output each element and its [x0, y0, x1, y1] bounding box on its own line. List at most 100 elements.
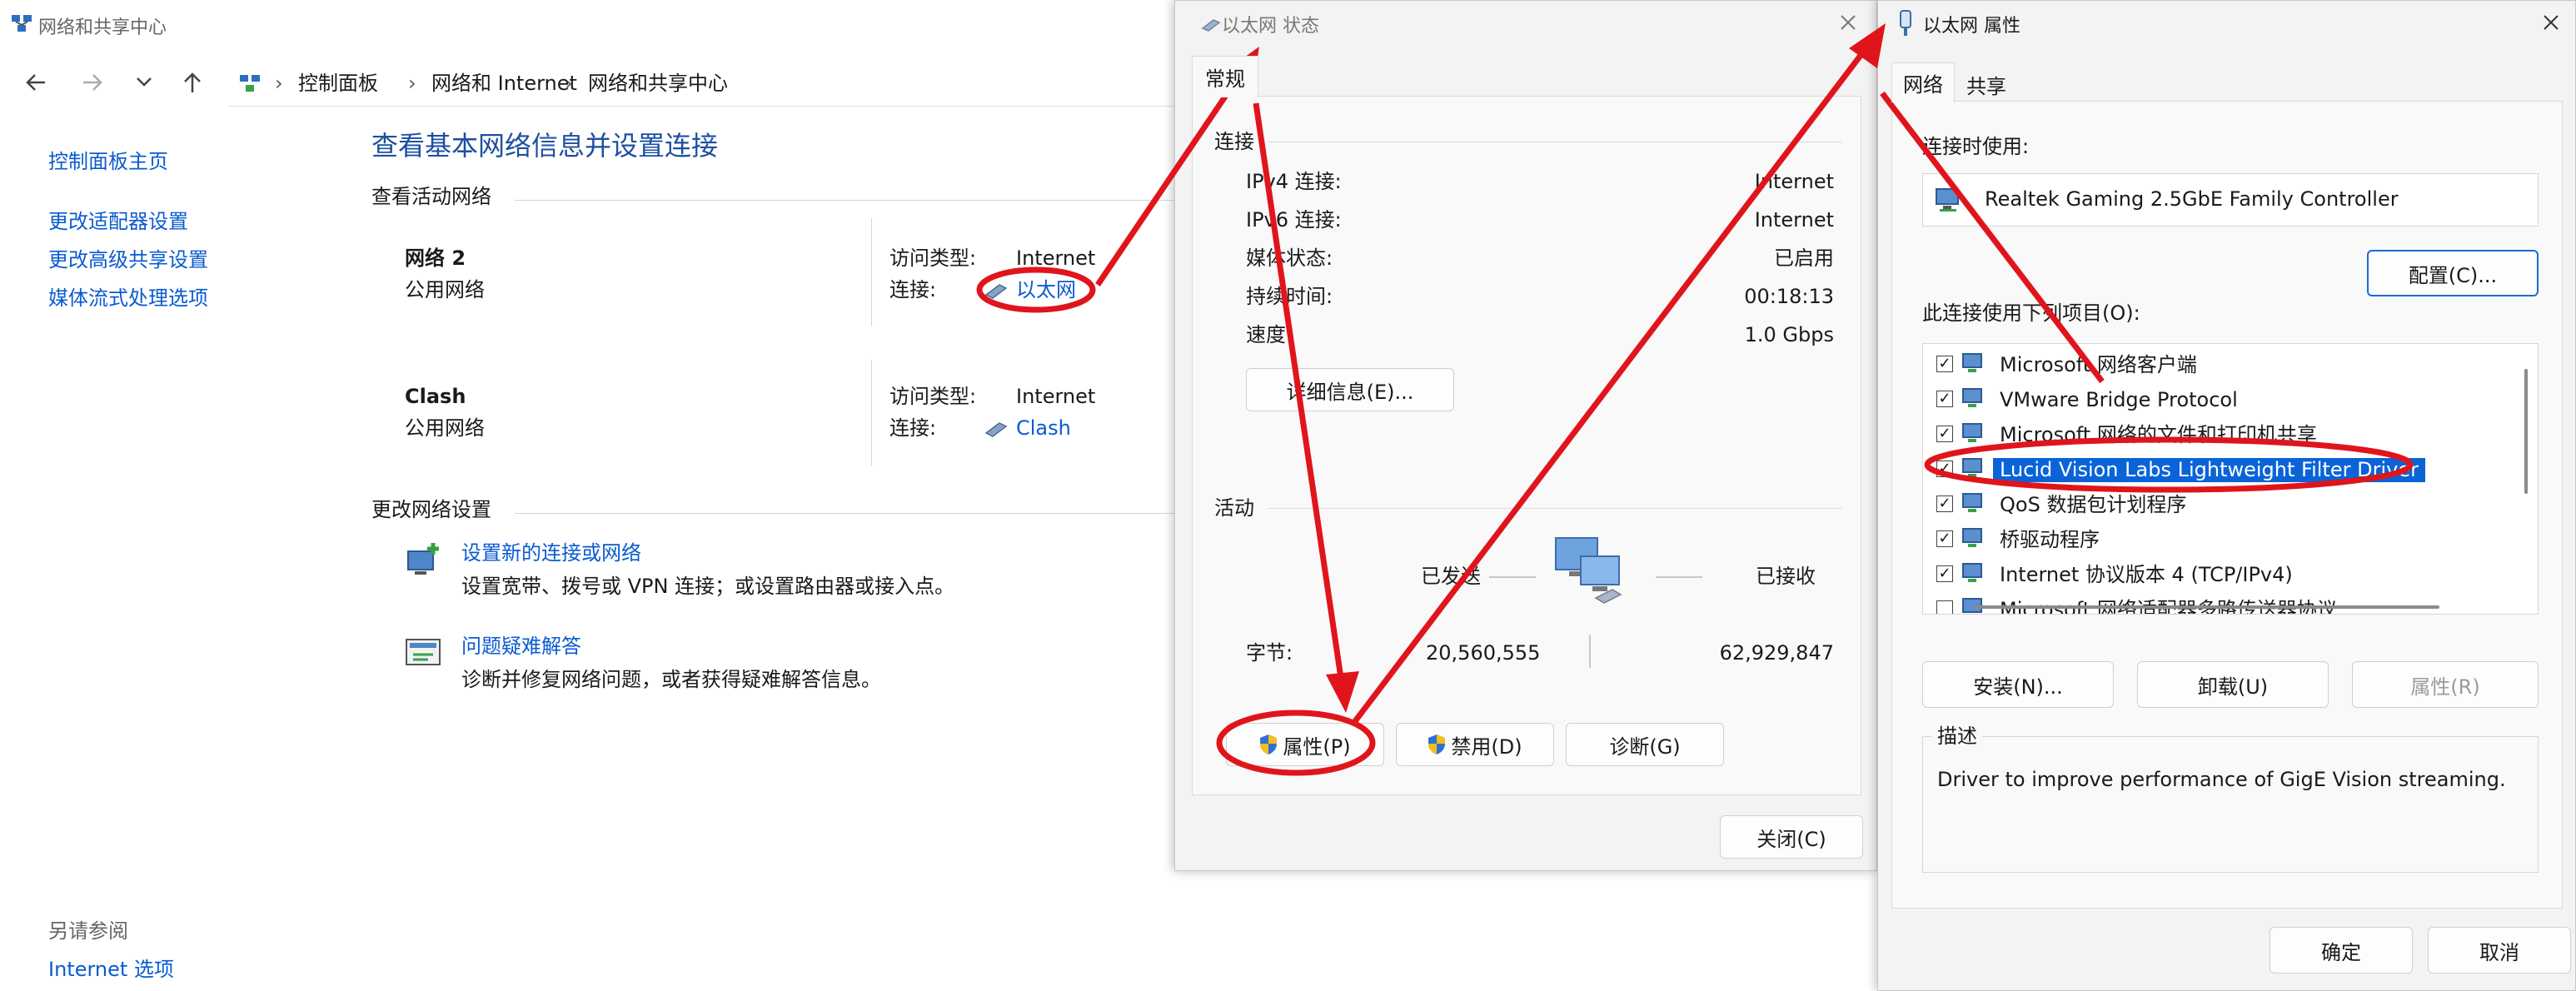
control-panel-icon	[238, 72, 262, 98]
component-list-item[interactable]: ✓ Microsoft 网络客户端	[1923, 347, 2523, 382]
component-checkbox[interactable]: ✓	[1936, 565, 1953, 582]
setup-new-connection-desc: 设置宽带、拨号或 VPN 连接；或设置路由器或接入点。	[461, 575, 955, 598]
ok-button[interactable]: 确定	[2270, 927, 2413, 974]
close-icon[interactable]	[2541, 12, 2561, 36]
tab-sharing[interactable]: 共享	[1955, 66, 2018, 102]
activity-section-label: 活动	[1214, 496, 1254, 520]
network-component-icon	[1962, 493, 1982, 512]
configure-button[interactable]: 配置(C)...	[2367, 250, 2539, 296]
network-name: Clash	[405, 385, 466, 408]
bytes-label: 字节:	[1246, 641, 1293, 665]
tab-network[interactable]: 网络	[1891, 62, 1955, 102]
items-list-label: 此连接使用下列项目(O):	[1922, 301, 2140, 325]
sidebar-item-advanced-sharing[interactable]: 更改高级共享设置	[48, 248, 208, 272]
network-component-icon	[1962, 423, 1982, 442]
ipv4-label: IPv4 连接:	[1246, 170, 1342, 193]
tab-general[interactable]: 常规	[1192, 56, 1258, 97]
breadcrumb-separator-icon: ›	[408, 72, 416, 95]
sidebar-item-control-panel-home[interactable]: 控制面板主页	[48, 150, 168, 174]
component-list-item[interactable]: ✓ Internet 协议版本 4 (TCP/IPv4)	[1923, 557, 2523, 592]
breadcrumb-network-internet[interactable]: 网络和 Internet	[431, 72, 577, 96]
duration-label: 持续时间:	[1246, 285, 1333, 308]
component-list-item[interactable]: ✓ Lucid Vision Labs Lightweight Filter Dr…	[1923, 452, 2523, 487]
back-arrow-icon[interactable]	[23, 72, 48, 97]
components-list[interactable]: ✓ Microsoft 网络客户端 ✓ VMware Bridge Protocol ✓…	[1922, 343, 2539, 615]
bytes-received-value: 62,929,847	[1719, 641, 1834, 665]
connection-label: 连接:	[889, 278, 937, 301]
up-arrow-icon[interactable]	[182, 70, 203, 98]
troubleshoot-desc: 诊断并修复网络问题，或者获得疑难解答信息。	[461, 668, 881, 691]
ipv6-value: Internet	[1754, 208, 1834, 232]
component-checkbox[interactable]: ✓	[1936, 530, 1953, 547]
section-divider	[1268, 508, 1842, 509]
item-properties-button[interactable]: 属性(R)	[2352, 661, 2539, 708]
component-label: 桥驱动程序	[2000, 528, 2100, 551]
adapter-name: Realtek Gaming 2.5GbE Family Controller	[1985, 187, 2399, 211]
network-component-icon	[1962, 388, 1982, 407]
troubleshoot-link[interactable]: 问题疑难解答	[461, 635, 581, 659]
component-list-item[interactable]: ✓ Microsoft 网络的文件和打印机共享	[1923, 417, 2523, 452]
forward-arrow-icon[interactable]	[80, 72, 105, 97]
bytes-sent-value: 20,560,555	[1426, 641, 1541, 665]
component-checkbox[interactable]: ✓	[1936, 391, 1953, 407]
troubleshoot-icon	[403, 633, 445, 678]
change-settings-label: 更改网络设置	[371, 498, 491, 521]
install-button[interactable]: 安装(N)...	[1922, 661, 2114, 708]
network-center-app-icon	[10, 12, 33, 38]
component-checkbox[interactable]	[1936, 600, 1953, 614]
uac-shield-icon	[1428, 734, 1446, 755]
sidebar-item-adapter-settings[interactable]: 更改适配器设置	[48, 210, 188, 234]
see-also-label: 另请参阅	[48, 919, 128, 943]
network-type: 公用网络	[405, 278, 485, 301]
ethernet-properties-dialog: 以太网 属性 网络 共享 连接时使用: Realtek Gaming 2.5Gb…	[1877, 0, 2576, 991]
setup-new-connection-link[interactable]: 设置新的连接或网络	[461, 541, 641, 565]
uninstall-button[interactable]: 卸载(U)	[2137, 661, 2329, 708]
uac-shield-icon	[1259, 734, 1278, 755]
sidebar-item-media-streaming[interactable]: 媒体流式处理选项	[48, 286, 208, 311]
active-networks-label: 查看活动网络	[371, 185, 491, 208]
ipv4-value: Internet	[1754, 170, 1834, 193]
network-adapter-icon	[1935, 186, 1963, 217]
breadcrumb-control-panel[interactable]: 控制面板	[298, 72, 378, 96]
component-list-item[interactable]: ✓ QoS 数据包计划程序	[1923, 487, 2523, 522]
properties-panel: 连接时使用: Realtek Gaming 2.5GbE Family Cont…	[1891, 101, 2563, 909]
component-checkbox[interactable]: ✓	[1936, 461, 1953, 477]
diagnose-button[interactable]: 诊断(G)	[1566, 723, 1724, 766]
clash-connection-link[interactable]: Clash	[1016, 416, 1071, 441]
disable-button[interactable]: 禁用(D)	[1396, 723, 1554, 766]
access-type-label: 访问类型:	[889, 247, 977, 270]
details-button[interactable]: 详细信息(E)...	[1246, 368, 1454, 411]
ethernet-connection-link[interactable]: 以太网	[1016, 278, 1076, 302]
component-list-item[interactable]: ✓ VMware Bridge Protocol	[1923, 382, 2523, 417]
section-divider	[515, 513, 1181, 514]
received-line	[1656, 576, 1702, 578]
close-icon[interactable]	[1838, 12, 1858, 36]
component-list-item[interactable]: ✓ 桥驱动程序	[1923, 522, 2523, 557]
cancel-button[interactable]: 取消	[2428, 927, 2571, 974]
ethernet-icon	[983, 280, 1009, 303]
horizontal-scrollbar-thumb[interactable]	[1973, 605, 2439, 609]
network-component-icon	[1962, 458, 1982, 477]
description-text: Driver to improve performance of GigE Vi…	[1937, 768, 2506, 791]
breadcrumb-network-center[interactable]: 网络和共享中心	[588, 72, 728, 96]
ethernet-icon	[983, 418, 1009, 441]
network-component-icon	[1962, 528, 1982, 547]
address-bar[interactable]: › 控制面板 › 网络和 Internet › 网络和共享中心	[228, 60, 1178, 107]
network-divider	[871, 218, 872, 326]
close-button[interactable]: 关闭(C)	[1720, 815, 1863, 859]
properties-button-label: 属性(P)	[1283, 735, 1351, 759]
properties-button[interactable]: 属性(P)	[1226, 723, 1384, 766]
vertical-scrollbar-thumb[interactable]	[2524, 369, 2528, 494]
component-checkbox[interactable]: ✓	[1936, 426, 1953, 442]
recent-locations-chevron-icon[interactable]	[135, 75, 153, 92]
bytes-divider	[1589, 635, 1591, 668]
network-divider	[871, 360, 872, 466]
component-checkbox[interactable]: ✓	[1936, 496, 1953, 512]
component-checkbox[interactable]: ✓	[1936, 356, 1953, 372]
connect-using-label: 连接时使用:	[1922, 135, 2030, 158]
network-type: 公用网络	[405, 416, 485, 440]
component-list-item[interactable]: Microsoft 网络适配器多路传送器协议	[1923, 592, 2523, 614]
see-also-internet-options[interactable]: Internet 选项	[48, 958, 174, 982]
network-component-icon	[1962, 353, 1982, 372]
component-label: VMware Bridge Protocol	[2000, 388, 2238, 411]
